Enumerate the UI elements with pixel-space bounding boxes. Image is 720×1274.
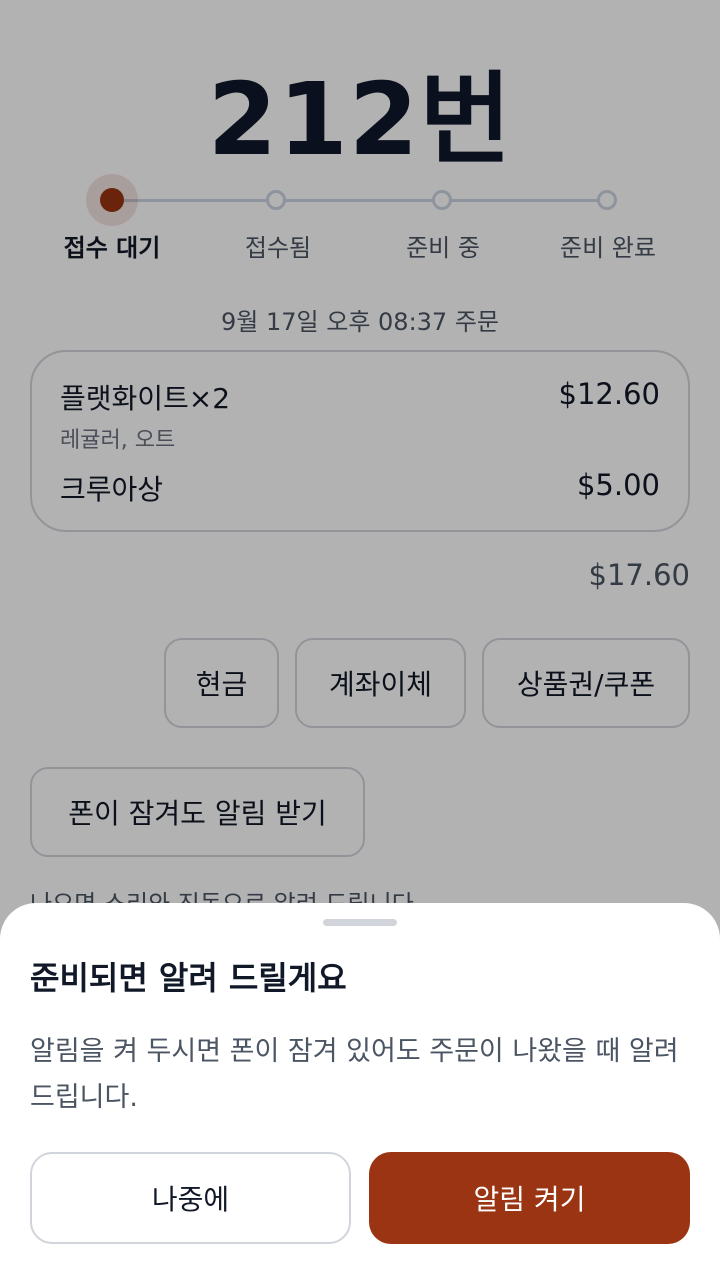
sheet-drag-handle[interactable] [323, 919, 397, 926]
sheet-title: 준비되면 알려 드릴게요 [30, 959, 347, 997]
later-button[interactable]: 나중에 [30, 1152, 351, 1244]
sheet-description: 알림을 켜 두시면 폰이 잠겨 있어도 주문이 나왔을 때 알려 드립니다. [30, 1036, 679, 1113]
notification-bottom-sheet: 준비되면 알려 드릴게요 알림을 켜 두시면 폰이 잠겨 있어도 주문이 나왔을… [0, 903, 720, 1274]
enable-notifications-button[interactable]: 알림 켜기 [369, 1152, 690, 1244]
